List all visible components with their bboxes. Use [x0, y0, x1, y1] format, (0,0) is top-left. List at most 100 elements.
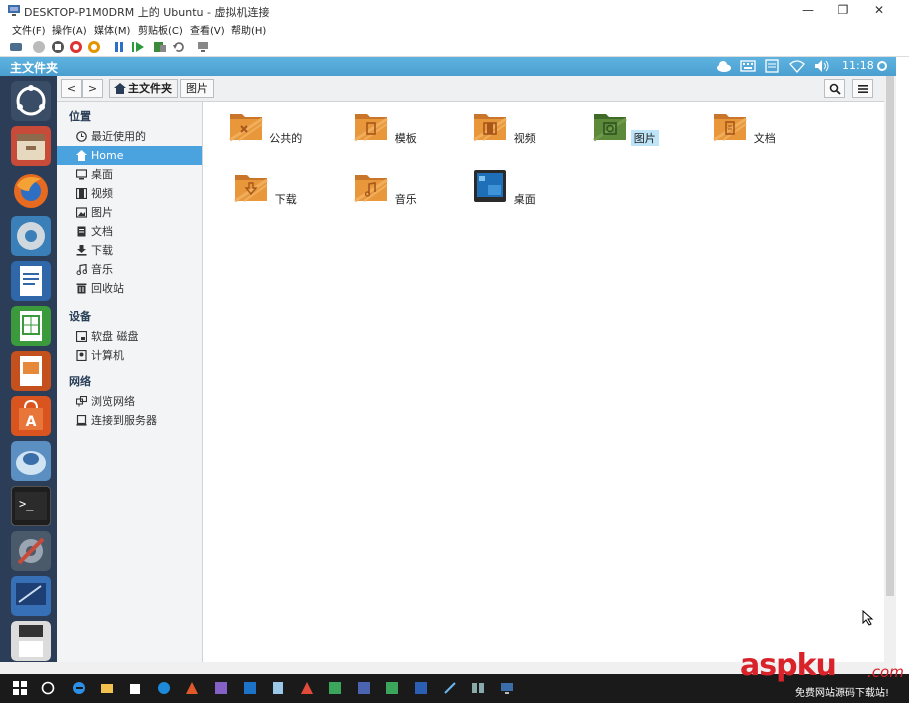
menu-clipboard[interactable]: 剪贴板(C)	[138, 22, 183, 37]
text-entry-icon[interactable]	[764, 59, 780, 73]
floppy-icon	[76, 331, 87, 342]
sidebar-item-connect-server[interactable]: 连接到服务器	[57, 411, 202, 430]
sidebar-item-trash[interactable]: 回收站	[57, 279, 202, 298]
libreoffice-writer-icon[interactable]	[11, 261, 51, 301]
close-button[interactable]: ✕	[864, 1, 894, 19]
minimize-button[interactable]: —	[793, 1, 823, 19]
files-app-icon[interactable]	[11, 126, 51, 166]
sidebar-item-floppy[interactable]: 软盘 磁盘	[57, 327, 202, 346]
volume-icon[interactable]	[814, 59, 830, 73]
sidebar-item-pictures[interactable]: 图片	[57, 203, 202, 222]
session-gear-icon[interactable]	[875, 59, 889, 73]
breadcrumb-home[interactable]: 主文件夹	[109, 79, 178, 98]
enhanced-session-icon[interactable]	[196, 40, 210, 54]
watermark-tagline: 免费网站源码下载站!	[795, 684, 890, 699]
watermark-brand: aspku	[740, 648, 837, 683]
sidebar-item-label: 音乐	[91, 263, 113, 276]
libreoffice-calc-icon[interactable]	[11, 306, 51, 346]
menu-media[interactable]: 媒体(M)	[94, 22, 130, 37]
vertical-scrollbar[interactable]	[884, 76, 896, 662]
sidebar-item-desktop[interactable]: 桌面	[57, 165, 202, 184]
sidebar-item-videos[interactable]: 视频	[57, 184, 202, 203]
sidebar-item-computer[interactable]: 计算机	[57, 346, 202, 365]
ubuntu-dash-icon[interactable]	[11, 81, 51, 121]
outlook-icon[interactable]	[243, 681, 257, 695]
software-center-icon[interactable]: A	[11, 396, 51, 436]
resume-icon[interactable]	[131, 40, 145, 54]
libreoffice-impress-icon[interactable]	[11, 351, 51, 391]
sidebar-item-label: 连接到服务器	[91, 414, 157, 427]
restore-button[interactable]: ❐	[828, 1, 858, 19]
sidebar-item-downloads[interactable]: 下载	[57, 241, 202, 260]
network-wifi-icon[interactable]	[789, 59, 805, 73]
back-button[interactable]: <	[61, 79, 82, 98]
app-icon-5[interactable]	[357, 681, 371, 695]
sidebar-item-browse-network[interactable]: 浏览网络	[57, 392, 202, 411]
save-state-icon[interactable]	[87, 40, 101, 54]
terminal-icon[interactable]: >_	[11, 486, 51, 526]
scrollbar-thumb[interactable]	[886, 76, 894, 596]
window-title: DESKTOP-P1M0DRM 上的 Ubuntu - 虚拟机连接	[24, 6, 270, 19]
turn-off-icon[interactable]	[51, 40, 65, 54]
document-icon	[77, 226, 86, 237]
app-icon-6[interactable]	[385, 681, 399, 695]
screenshot-tool-icon[interactable]	[11, 576, 51, 616]
breadcrumb-pictures[interactable]: 图片	[180, 79, 214, 98]
file-item[interactable]: 图片	[586, 108, 666, 146]
app-icon-3[interactable]	[300, 681, 314, 695]
panel-clock[interactable]: 11:18	[842, 59, 874, 72]
file-item[interactable]: 视频	[466, 108, 546, 146]
sidebar-item-recent[interactable]: 最近使用的	[57, 127, 202, 146]
file-item[interactable]: 公共的	[227, 108, 307, 146]
shutdown-icon[interactable]	[69, 40, 83, 54]
menu-action[interactable]: 操作(A)	[52, 22, 87, 37]
keyboard-icon[interactable]	[740, 59, 756, 73]
pause-icon[interactable]	[112, 40, 126, 54]
app-icon-1[interactable]	[185, 681, 199, 695]
file-label: 视频	[513, 132, 536, 145]
cortana-icon[interactable]	[41, 681, 55, 695]
file-item[interactable]: 模板	[347, 108, 427, 146]
cloud-sync-icon[interactable]	[716, 59, 732, 73]
search-button[interactable]	[824, 79, 845, 98]
store-icon[interactable]	[128, 681, 142, 695]
ie-icon[interactable]	[157, 681, 171, 695]
file-label: 图片	[630, 130, 659, 146]
visual-studio-icon[interactable]	[214, 681, 228, 695]
folder-templates-icon	[354, 114, 389, 142]
start-icon[interactable]	[32, 40, 46, 54]
file-item[interactable]: 音乐	[347, 169, 427, 207]
system-settings-icon[interactable]	[11, 531, 51, 571]
file-item[interactable]: 文档	[706, 108, 786, 146]
windows-start-icon[interactable]	[13, 681, 27, 695]
word-icon[interactable]	[414, 681, 428, 695]
checkpoint-icon[interactable]	[153, 40, 167, 54]
file-label: 公共的	[269, 132, 303, 145]
sidebar-item-home[interactable]: Home	[57, 146, 202, 165]
menu-view[interactable]: 查看(V)	[190, 22, 225, 37]
view-list-button[interactable]	[852, 79, 873, 98]
sidebar-item-music[interactable]: 音乐	[57, 260, 202, 279]
remmina-icon[interactable]	[11, 441, 51, 481]
unity-launcher: A >_	[0, 76, 57, 662]
chromium-icon[interactable]	[11, 216, 51, 256]
file-explorer-icon[interactable]	[100, 681, 114, 695]
ctrl-alt-del-icon[interactable]	[9, 40, 23, 54]
edge-icon[interactable]	[72, 681, 86, 695]
floppy-launcher-icon[interactable]	[11, 621, 51, 661]
menu-help[interactable]: 帮助(H)	[231, 22, 266, 37]
file-item[interactable]: 桌面	[466, 169, 546, 207]
menu-file[interactable]: 文件(F)	[12, 22, 46, 37]
vm-connection-icon[interactable]	[500, 681, 514, 695]
svg-text:A: A	[26, 414, 37, 430]
app-icon-4[interactable]	[328, 681, 342, 695]
revert-icon[interactable]	[172, 40, 186, 54]
app-icon-2[interactable]	[271, 681, 285, 695]
file-item[interactable]: 下载	[227, 169, 307, 207]
hyperv-manager-icon[interactable]	[471, 681, 485, 695]
app-icon-7[interactable]	[443, 681, 457, 695]
forward-button[interactable]: >	[82, 79, 103, 98]
sidebar-item-documents[interactable]: 文档	[57, 222, 202, 241]
firefox-icon[interactable]	[11, 171, 51, 211]
home-icon	[114, 83, 126, 94]
